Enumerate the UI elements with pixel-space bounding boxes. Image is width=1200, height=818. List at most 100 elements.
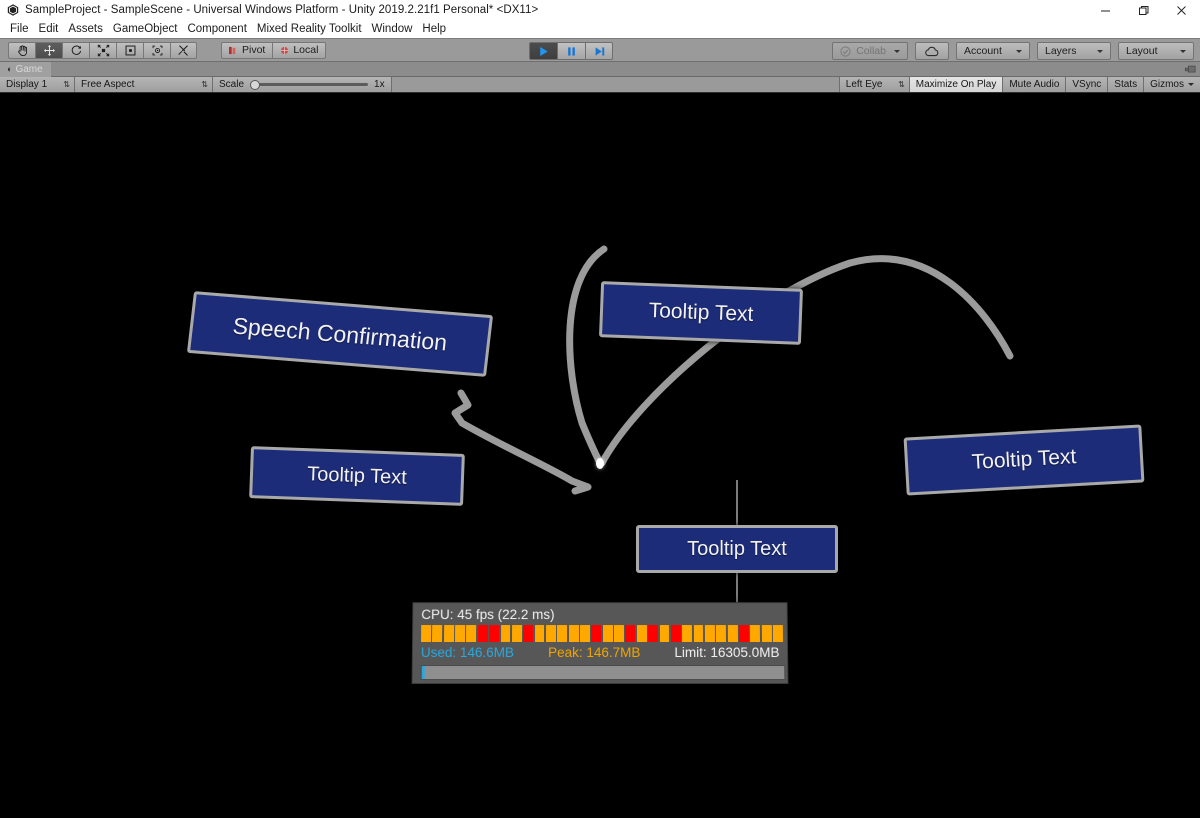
scale-slider[interactable] <box>250 79 369 90</box>
profiler-frame-bar <box>682 625 693 643</box>
layout-dropdown[interactable]: Layout <box>1118 42 1194 60</box>
profiler-frame-bar <box>557 625 568 643</box>
rotate-tool-button[interactable] <box>62 41 89 59</box>
gizmos-dropdown[interactable]: Gizmos <box>1143 76 1200 93</box>
menu-file[interactable]: File <box>5 20 34 38</box>
profiler-frame-bar <box>511 625 522 643</box>
vsync-toggle[interactable]: VSync <box>1065 76 1108 93</box>
updown-arrows-icon: ⇅ <box>63 79 70 89</box>
profiler-frame-bar <box>625 625 636 643</box>
profiler-frame-bar <box>614 625 624 643</box>
move-tool-button[interactable] <box>35 41 62 59</box>
rect-tool-button[interactable] <box>116 41 143 59</box>
connector-left <box>451 389 592 495</box>
hand-tool-button[interactable] <box>8 41 35 59</box>
local-label: Local <box>293 44 319 56</box>
eye-dropdown[interactable]: Left Eye ⇅ <box>838 76 909 93</box>
pivot-icon <box>229 46 236 54</box>
updown-arrows-icon: ⇅ <box>898 79 905 89</box>
unity-toolbar: Pivot Local Collab Account Layers Layout <box>0 38 1200 62</box>
pivot-button[interactable]: Pivot <box>221 41 273 59</box>
unity-logo-icon <box>6 3 20 17</box>
profiler-frame-bar <box>432 625 443 643</box>
transform-tool-button[interactable] <box>143 41 170 59</box>
chevron-down-icon <box>1188 83 1194 86</box>
tooltip-text-left: Tooltip Text <box>306 462 408 489</box>
connector-top <box>566 245 608 467</box>
menu-component[interactable]: Component <box>182 20 251 38</box>
collab-button[interactable]: Collab <box>832 42 908 60</box>
toolbar-right-group: Collab Account Layers Layout <box>832 42 1194 60</box>
menu-help[interactable]: Help <box>417 20 451 38</box>
profiler-peak-label: Peak: 146.7MB <box>548 644 641 660</box>
layers-dropdown[interactable]: Layers <box>1037 42 1111 60</box>
tooltip-panel-top[interactable]: Tooltip Text <box>598 281 804 345</box>
profiler-frame-bar <box>443 625 454 643</box>
profiler-memory-bar <box>420 664 786 681</box>
tab-strip-menu[interactable] <box>1184 65 1200 74</box>
menu-gameobject[interactable]: GameObject <box>108 20 183 38</box>
layout-label: Layout <box>1126 45 1158 57</box>
minimize-button[interactable] <box>1086 0 1124 20</box>
menu-mixed-reality-toolkit[interactable]: Mixed Reality Toolkit <box>252 20 367 38</box>
menu-window[interactable]: Window <box>367 20 418 38</box>
tooltip-panel-left[interactable]: Tooltip Text <box>249 446 465 506</box>
maximize-on-play-label: Maximize On Play <box>915 79 997 90</box>
vsync-label: VSync <box>1072 79 1102 90</box>
aspect-dropdown[interactable]: Free Aspect ⇅ <box>75 76 213 93</box>
eye-label: Left Eye <box>845 79 883 90</box>
menu-edit[interactable]: Edit <box>34 20 64 38</box>
mute-audio-label: Mute Audio <box>1009 79 1060 90</box>
play-button[interactable] <box>529 42 557 60</box>
cloud-button[interactable] <box>915 42 949 60</box>
tooltip-panel-center[interactable]: Tooltip Text <box>636 525 838 573</box>
menu-assets[interactable]: Assets <box>63 20 108 38</box>
game-viewport[interactable]: Speech Confirmation Tooltip Text Tooltip… <box>0 93 1200 818</box>
profiler-frame-bar <box>591 625 602 643</box>
profiler-limit-label: Limit: 16305.0MB <box>674 644 780 660</box>
cloud-icon <box>925 46 939 56</box>
visual-profiler-panel: CPU: 45 fps (22.2 ms) Used: 146.6MB Peak… <box>411 602 789 685</box>
account-dropdown[interactable]: Account <box>956 42 1030 60</box>
chevron-down-icon <box>894 49 900 53</box>
profiler-frame-bars <box>421 625 783 643</box>
profiler-frame-bar <box>580 625 590 643</box>
scale-slider-group[interactable]: Scale 1x <box>213 76 392 93</box>
transform-tools-group <box>8 41 197 59</box>
close-button[interactable] <box>1162 0 1200 20</box>
chevron-down-icon <box>1180 49 1186 53</box>
profiler-frame-bar <box>477 625 488 643</box>
unity-editor-window: SampleProject - SampleScene - Universal … <box>0 0 1200 818</box>
tooltip-text-speech: Speech Confirmation <box>231 311 449 356</box>
tab-game[interactable]: ◖ Game <box>0 61 51 77</box>
profiler-cpu-label: CPU: 45 fps (22.2 ms) <box>421 607 555 623</box>
profiler-frame-bar <box>523 625 534 643</box>
profiler-frame-bar <box>500 625 511 643</box>
panel-menu-icon <box>1184 65 1196 72</box>
profiler-frame-bar <box>421 625 432 643</box>
profiler-frame-bar <box>466 625 477 643</box>
mute-audio-toggle[interactable]: Mute Audio <box>1002 76 1066 93</box>
local-button[interactable]: Local <box>272 41 327 59</box>
tooltip-anchor-point <box>596 458 604 469</box>
profiler-frame-bar <box>659 625 670 643</box>
window-title-bar: SampleProject - SampleScene - Universal … <box>0 0 1200 20</box>
custom-tool-button[interactable] <box>170 41 197 59</box>
window-controls <box>1086 0 1200 20</box>
game-view-options-right: Left Eye ⇅ Maximize On Play Mute Audio V… <box>838 76 1200 93</box>
maximize-on-play-toggle[interactable]: Maximize On Play <box>908 76 1003 93</box>
maximize-button[interactable] <box>1124 0 1162 20</box>
scale-tool-button[interactable] <box>89 41 116 59</box>
stats-toggle[interactable]: Stats <box>1107 76 1144 93</box>
step-button[interactable] <box>585 42 613 60</box>
pause-button[interactable] <box>557 42 585 60</box>
scale-value: 1x <box>374 79 385 90</box>
profiler-frame-bar <box>568 625 579 643</box>
profiler-frame-bar <box>761 625 772 643</box>
profiler-frame-bar <box>750 625 761 643</box>
profiler-frame-bar <box>670 625 681 643</box>
display-dropdown[interactable]: Display 1 ⇅ <box>0 76 75 93</box>
tooltip-text-top: Tooltip Text <box>648 298 754 327</box>
scale-slider-handle[interactable] <box>250 79 261 90</box>
pivot-group: Pivot Local <box>221 41 327 59</box>
